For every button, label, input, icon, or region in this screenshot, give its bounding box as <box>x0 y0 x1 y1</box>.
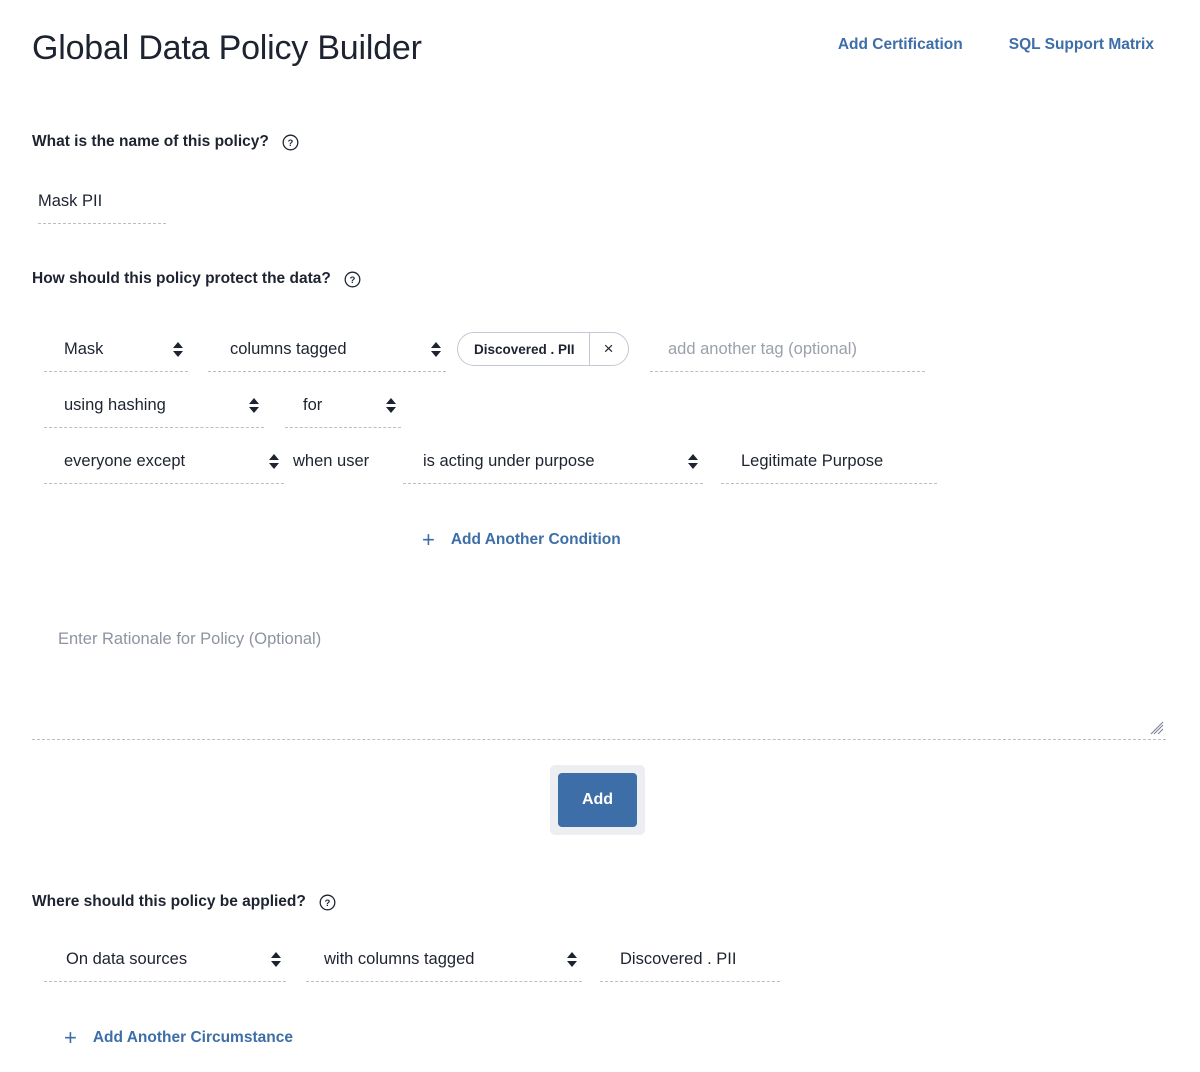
purpose-condition-select[interactable]: is acting under purpose <box>403 440 703 484</box>
close-icon[interactable]: × <box>588 333 628 365</box>
purpose-value-text: Legitimate Purpose <box>741 452 884 470</box>
chevron-up-icon <box>567 952 577 958</box>
chevron-up-icon <box>269 454 279 460</box>
header-links: Add Certification SQL Support Matrix <box>838 36 1154 54</box>
rationale-textarea[interactable]: Enter Rationale for Policy (Optional) <box>32 610 1166 740</box>
chevron-down-icon <box>431 351 441 357</box>
chevron-updown-icon[interactable] <box>268 454 280 469</box>
add-another-circumstance-label: Add Another Circumstance <box>92 1029 293 1046</box>
chevron-up-icon <box>688 454 698 460</box>
column-tag-filter-value: with columns tagged <box>324 950 475 968</box>
plus-icon: + <box>422 527 435 552</box>
policy-name-section-label: What is the name of this policy? ? <box>32 133 299 151</box>
chevron-up-icon <box>271 952 281 958</box>
protection-label-text: How should this policy protect the data? <box>32 270 331 287</box>
chevron-down-icon <box>269 463 279 469</box>
add-tag-placeholder: add another tag (optional) <box>668 340 857 358</box>
mask-action-select[interactable]: Mask <box>44 328 188 372</box>
chevron-down-icon <box>249 407 259 413</box>
chevron-down-icon <box>567 961 577 967</box>
purpose-value-input[interactable]: Legitimate Purpose <box>721 440 937 484</box>
chevron-updown-icon[interactable] <box>385 398 397 413</box>
applied-tag-value-input[interactable]: Discovered . PII <box>600 938 780 982</box>
mask-action-value: Mask <box>64 340 104 358</box>
chevron-up-icon <box>386 398 396 404</box>
target-scope-value: columns tagged <box>230 340 347 358</box>
page-header: Global Data Policy Builder Add Certifica… <box>0 0 1200 92</box>
mask-method-select[interactable]: using hashing <box>44 384 264 428</box>
chevron-down-icon <box>173 351 183 357</box>
add-another-condition-button[interactable]: + Add Another Condition <box>422 529 621 551</box>
mask-method-value: using hashing <box>64 396 166 414</box>
help-circle-icon[interactable]: ? <box>282 134 299 151</box>
application-label-text: Where should this policy be applied? <box>32 893 306 910</box>
policy-name-label-text: What is the name of this policy? <box>32 133 269 150</box>
chevron-down-icon <box>386 407 396 413</box>
svg-text:?: ? <box>287 138 293 148</box>
add-button[interactable]: Add <box>558 773 637 827</box>
svg-text:?: ? <box>349 275 355 285</box>
chevron-down-icon <box>271 961 281 967</box>
plus-icon: + <box>64 1025 77 1050</box>
purpose-condition-value: is acting under purpose <box>423 452 595 470</box>
connector-for-select[interactable]: for <box>285 384 401 428</box>
when-user-text: when user <box>293 452 370 470</box>
svg-text:?: ? <box>325 898 331 908</box>
sql-support-matrix-link[interactable]: SQL Support Matrix <box>1009 36 1154 54</box>
help-circle-icon[interactable]: ? <box>344 271 361 288</box>
policy-name-input[interactable]: Mask PII <box>38 180 166 224</box>
chevron-up-icon <box>249 398 259 404</box>
add-certification-link[interactable]: Add Certification <box>838 36 963 54</box>
resize-handle-icon[interactable] <box>1150 721 1164 735</box>
chevron-up-icon <box>431 342 441 348</box>
chevron-up-icon <box>173 342 183 348</box>
chevron-updown-icon[interactable] <box>430 342 442 357</box>
when-user-label: when user <box>293 440 401 484</box>
chevron-down-icon <box>688 463 698 469</box>
chevron-updown-icon[interactable] <box>172 342 184 357</box>
chevron-updown-icon[interactable] <box>566 952 578 967</box>
application-section-label: Where should this policy be applied? ? <box>32 893 336 911</box>
data-source-scope-value: On data sources <box>66 950 188 968</box>
audience-value: everyone except <box>64 452 186 470</box>
add-another-circumstance-button[interactable]: + Add Another Circumstance <box>64 1027 293 1049</box>
connector-for-value: for <box>303 396 323 414</box>
add-button-focus-ring: Add <box>550 765 645 835</box>
column-tag-filter-select[interactable]: with columns tagged <box>306 938 582 982</box>
page-title: Global Data Policy Builder <box>32 29 422 67</box>
tag-chip[interactable]: Discovered . PII × <box>457 332 629 366</box>
audience-select[interactable]: everyone except <box>44 440 284 484</box>
protection-section-label: How should this policy protect the data?… <box>32 270 361 288</box>
help-circle-icon[interactable]: ? <box>319 894 336 911</box>
policy-name-value: Mask PII <box>38 192 103 210</box>
applied-tag-value-text: Discovered . PII <box>620 950 737 968</box>
rationale-placeholder: Enter Rationale for Policy (Optional) <box>58 630 322 648</box>
add-another-condition-label: Add Another Condition <box>450 531 621 548</box>
chevron-updown-icon[interactable] <box>248 398 260 413</box>
data-source-scope-select[interactable]: On data sources <box>44 938 286 982</box>
chevron-updown-icon[interactable] <box>270 952 282 967</box>
tag-chip-label: Discovered . PII <box>474 341 575 357</box>
chevron-updown-icon[interactable] <box>687 454 699 469</box>
target-scope-select[interactable]: columns tagged <box>208 328 446 372</box>
add-tag-input[interactable]: add another tag (optional) <box>650 328 925 372</box>
